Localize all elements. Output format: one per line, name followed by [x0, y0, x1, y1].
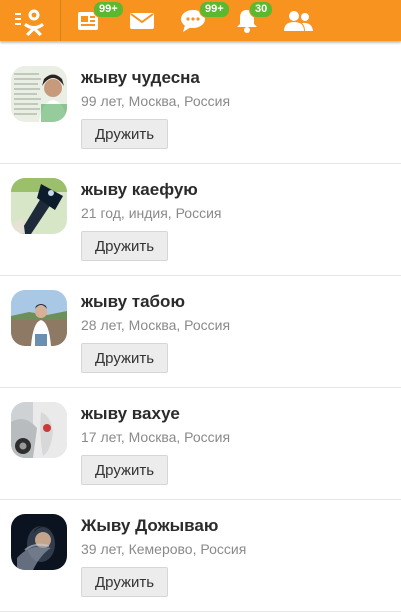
person-info: 39 лет, Кемерово, Россия: [81, 541, 247, 557]
avatar[interactable]: [11, 402, 67, 458]
add-friend-button[interactable]: Дружить: [81, 343, 169, 373]
person-name[interactable]: Жыву Дожываю: [81, 516, 218, 536]
avatar[interactable]: [11, 66, 67, 122]
topbar-divider: [60, 0, 61, 41]
list-item[interactable]: жыву каефую 21 год, индия, Россия Дружит…: [0, 164, 401, 276]
person-name[interactable]: жыву вахуе: [81, 404, 180, 424]
list-item[interactable]: жыву табою 28 лет, Москва, Россия Дружит…: [0, 276, 401, 388]
avatar[interactable]: [11, 290, 67, 346]
person-name[interactable]: жыву чудесна: [81, 68, 200, 88]
person-info: 28 лет, Москва, Россия: [81, 317, 231, 333]
top-navigation-bar: 99+ 99+ 30: [0, 0, 401, 41]
add-friend-button[interactable]: Дружить: [81, 119, 169, 149]
mail-icon[interactable]: [122, 0, 162, 41]
add-friend-button[interactable]: Дружить: [81, 567, 169, 597]
person-info: 17 лет, Москва, Россия: [81, 429, 231, 445]
avatar[interactable]: [11, 514, 67, 570]
avatar[interactable]: [11, 178, 67, 234]
feed-badge: 99+: [93, 1, 124, 18]
person-info: 21 год, индия, Россия: [81, 205, 222, 221]
add-friend-button[interactable]: Дружить: [81, 231, 169, 261]
friend-suggestions-list: жыву чудесна 99 лет, Москва, Россия Друж…: [0, 52, 401, 612]
friends-icon[interactable]: [278, 0, 318, 41]
person-name[interactable]: жыву каефую: [81, 180, 198, 200]
person-name[interactable]: жыву табою: [81, 292, 185, 312]
add-friend-button[interactable]: Дружить: [81, 455, 169, 485]
ok-logo-icon[interactable]: [10, 0, 50, 41]
list-item[interactable]: жыву вахуе 17 лет, Москва, Россия Дружит…: [0, 388, 401, 500]
list-item[interactable]: жыву чудесна 99 лет, Москва, Россия Друж…: [0, 52, 401, 164]
list-item[interactable]: Жыву Дожываю 39 лет, Кемерово, Россия Др…: [0, 500, 401, 612]
notifications-badge: 30: [249, 1, 274, 18]
chat-badge: 99+: [199, 1, 230, 18]
person-info: 99 лет, Москва, Россия: [81, 93, 231, 109]
